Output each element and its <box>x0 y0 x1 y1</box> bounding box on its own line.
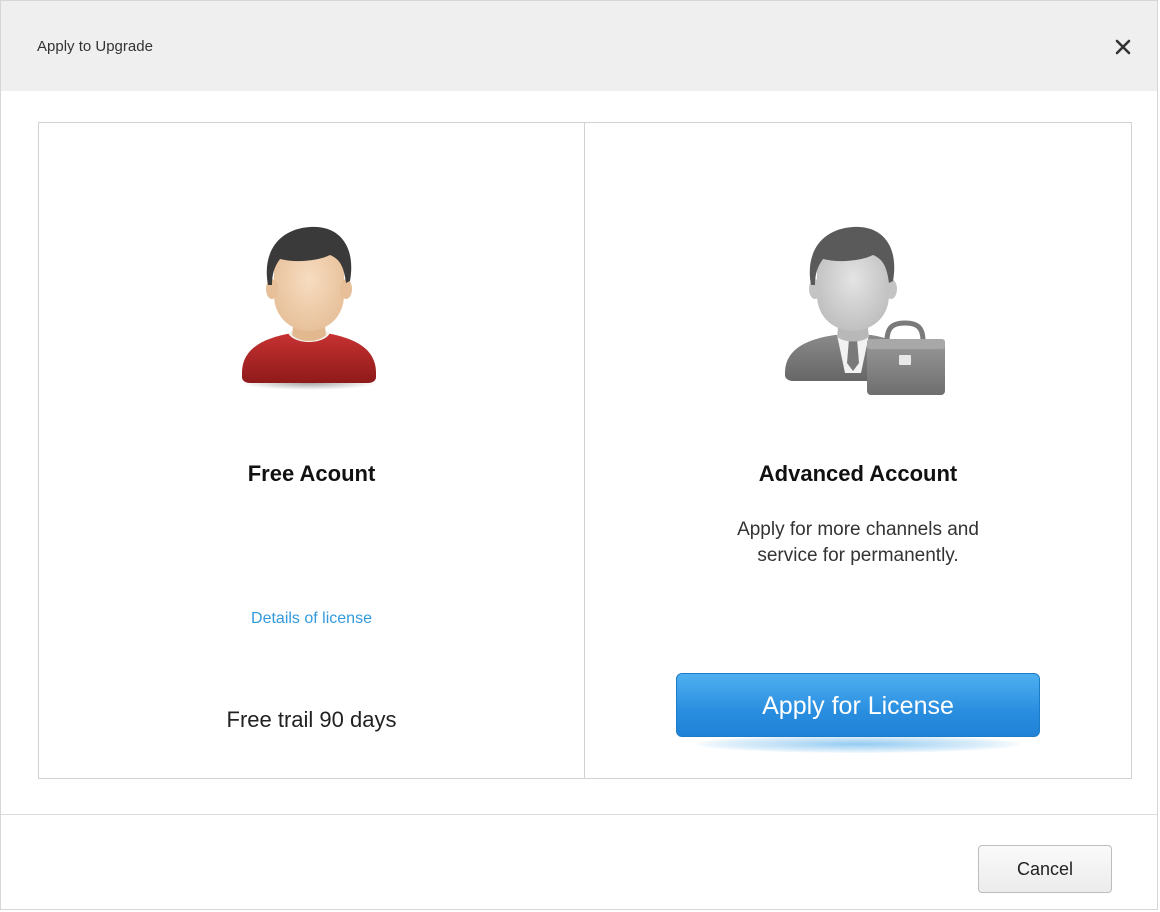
account-panels: Free Acount Details of license Free trai… <box>38 122 1132 779</box>
advanced-account-description: Apply for more channels and service for … <box>585 517 1131 569</box>
business-user-briefcase-icon <box>785 226 945 395</box>
footer-divider <box>1 814 1157 815</box>
description-line-2: service for permanently. <box>757 545 959 566</box>
close-icon <box>1115 39 1131 55</box>
free-trial-text: Free trail 90 days <box>226 707 397 732</box>
free-account-heading: Free Acount <box>247 461 376 486</box>
advanced-account-panel: Advanced Account Apply for more channels… <box>585 123 1131 778</box>
details-of-license-link[interactable]: Details of license <box>39 610 584 628</box>
dialog-titlebar: Apply to Upgrade <box>1 1 1157 91</box>
advanced-account-heading: Advanced Account <box>758 461 958 486</box>
description-line-1: Apply for more channels and <box>737 519 979 540</box>
apply-for-license-button[interactable]: Apply for License <box>676 673 1040 737</box>
close-button[interactable] <box>1109 33 1137 61</box>
cancel-button[interactable]: Cancel <box>978 845 1112 893</box>
free-account-panel: Free Acount Details of license Free trai… <box>39 123 585 778</box>
dialog-title: Apply to Upgrade <box>37 38 153 55</box>
user-avatar-icon <box>241 226 377 390</box>
upgrade-dialog: Apply to Upgrade Free Acount Details of … <box>0 0 1158 910</box>
